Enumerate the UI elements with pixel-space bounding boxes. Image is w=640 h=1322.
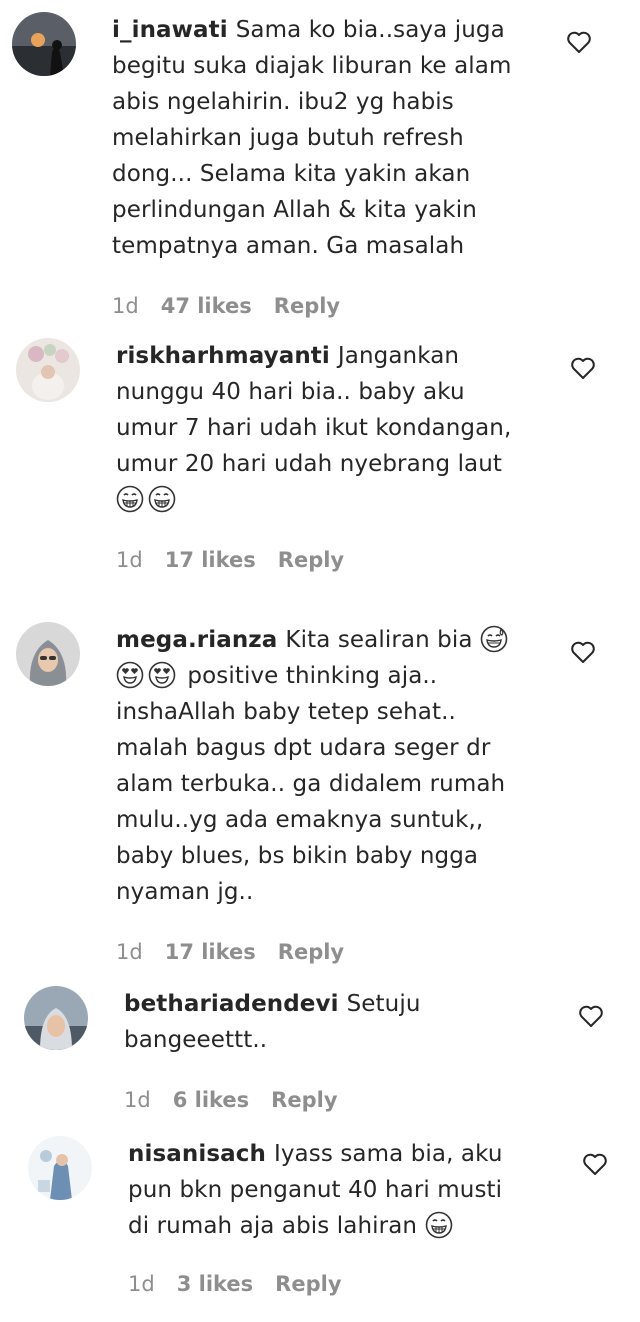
comment-line: alam terbuka.. ga didalem rumah — [116, 771, 506, 797]
heart-outline-icon[interactable] — [582, 1152, 608, 1176]
reply-button[interactable]: Reply — [274, 294, 340, 318]
grinning-face-icon — [425, 1211, 453, 1239]
timestamp: 1d — [116, 548, 143, 572]
timestamp: 1d — [116, 940, 143, 964]
comment-username[interactable]: mega.rianza — [116, 627, 277, 653]
comment-line: Setuju — [346, 991, 421, 1017]
avatar[interactable] — [16, 622, 80, 686]
comment-line: umur 7 hari udah ikut kondangan, — [116, 415, 512, 441]
timestamp: 1d — [128, 1272, 155, 1296]
grinning-face-icon — [116, 485, 144, 513]
comment-text: betharіadendevi Setuju bangeeettt.. — [124, 986, 421, 1058]
likes-count[interactable]: 3 likes — [177, 1272, 253, 1296]
reply-button[interactable]: Reply — [278, 940, 344, 964]
avatar[interactable] — [12, 12, 76, 76]
avatar[interactable] — [28, 1136, 92, 1200]
heart-eyes-icon — [116, 661, 144, 689]
likes-count[interactable]: 6 likes — [173, 1088, 249, 1112]
comment-line: Iyass sama bia, aku — [273, 1141, 503, 1167]
comment-meta: 1d 3 likes Reply — [128, 1272, 364, 1296]
comment-meta: 1d 17 likes Reply — [116, 940, 366, 964]
comment-text: mega.rianza Kita sealiran bia positive th… — [116, 622, 512, 910]
heart-outline-icon[interactable] — [566, 30, 592, 54]
reply-button[interactable]: Reply — [278, 548, 344, 572]
comment-meta: 1d 17 likes Reply — [116, 548, 366, 572]
comment-line: Jangankan — [337, 343, 460, 369]
heart-outline-icon[interactable] — [570, 356, 596, 380]
avatar[interactable] — [24, 986, 88, 1050]
grinning-sweat-icon — [480, 625, 508, 653]
comment-line: nunggu 40 hari bia.. baby aku — [116, 379, 465, 405]
heart-outline-icon[interactable] — [578, 1004, 604, 1028]
comment-username[interactable]: nisanisach — [128, 1141, 266, 1167]
comment-line: pun bkn penganut 40 hari musti — [128, 1177, 503, 1203]
comment-text: riskharhmayanti Jangankan nunggu 40 hari … — [116, 338, 511, 518]
heart-outline-icon[interactable] — [570, 640, 596, 664]
comment-line: tempatnya aman. Ga masalah — [112, 233, 465, 259]
comment-username[interactable]: betharіadendevi — [124, 991, 339, 1017]
comment-line: mulu..yg ada emaknya suntuk,, — [116, 807, 484, 833]
comment-line: umur 20 hari udah nyebrang laut — [116, 451, 503, 477]
reply-button[interactable]: Reply — [271, 1088, 337, 1112]
comment-text: nisanisach Iyass sama bia, aku pun bkn pe… — [128, 1136, 503, 1244]
comment-line: bangeeettt.. — [124, 1027, 268, 1053]
comment-line: dong... Selama kita yakin akan — [112, 161, 471, 187]
comment-line: inshaAllah baby tetep sehat.. — [116, 699, 456, 725]
comment-username[interactable]: riskharhmayanti — [116, 343, 330, 369]
comment-line: malah bagus dpt udara seger dr — [116, 735, 491, 761]
likes-count[interactable]: 17 likes — [165, 548, 256, 572]
heart-eyes-icon — [148, 661, 176, 689]
timestamp: 1d — [112, 294, 139, 318]
comment-line: positive thinking aja.. — [187, 663, 438, 689]
reply-button[interactable]: Reply — [275, 1272, 341, 1296]
comment-line: Kita sealiran bia — [285, 627, 473, 653]
comment-line: perlindungan Allah & kita yakin — [112, 197, 477, 223]
comment-username[interactable]: i_inawati — [112, 17, 228, 43]
comment-line: di rumah aja abis lahiran — [128, 1213, 418, 1239]
avatar[interactable] — [16, 338, 80, 402]
comment-line: abis ngelahirin. ibu2 yg habis — [112, 89, 454, 115]
timestamp: 1d — [124, 1088, 151, 1112]
comment-line: baby blues, bs bikin baby ngga — [116, 843, 479, 869]
comment-text: i_inawati Sama ko bia..saya juga begitu s… — [112, 12, 511, 264]
likes-count[interactable]: 17 likes — [165, 940, 256, 964]
comment-line: Sama ko bia..saya juga — [235, 17, 505, 43]
comment-line: nyaman jg.. — [116, 879, 254, 905]
comment-line: begitu suka diajak liburan ke alam — [112, 53, 512, 79]
comment-meta: 1d 6 likes Reply — [124, 1088, 360, 1112]
grinning-face-icon — [148, 485, 176, 513]
likes-count[interactable]: 47 likes — [161, 294, 252, 318]
comment-meta: 1d 47 likes Reply — [112, 294, 362, 318]
comment-line: melahirkan juga butuh refresh — [112, 125, 464, 151]
